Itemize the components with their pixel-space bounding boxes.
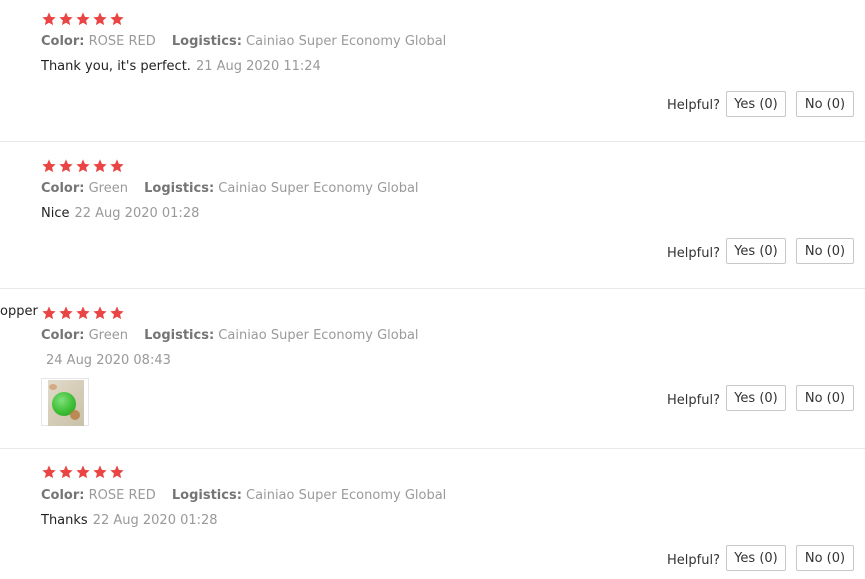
star-icon bbox=[109, 11, 125, 27]
star-rating bbox=[41, 464, 125, 480]
review-content: Nice 22 Aug 2020 01:28 bbox=[41, 206, 199, 221]
color-value: ROSE RED bbox=[88, 488, 156, 503]
star-icon bbox=[41, 305, 57, 321]
logistics-value: Cainiao Super Economy Global bbox=[246, 34, 447, 49]
review-item: opper Color: Green Logistics: Cainiao Su… bbox=[0, 289, 865, 448]
star-icon bbox=[58, 158, 74, 174]
review-date: 21 Aug 2020 11:24 bbox=[195, 59, 321, 74]
star-icon bbox=[92, 158, 108, 174]
star-icon bbox=[41, 11, 57, 27]
review-item: Color: ROSE RED Logistics: Cainiao Super… bbox=[0, 0, 865, 141]
star-icon bbox=[58, 305, 74, 321]
star-icon bbox=[109, 464, 125, 480]
star-icon bbox=[75, 158, 91, 174]
star-icon bbox=[92, 11, 108, 27]
reviewer-name: opper bbox=[0, 304, 38, 319]
color-key: Color: bbox=[41, 488, 85, 503]
star-rating bbox=[41, 305, 125, 321]
star-icon bbox=[92, 464, 108, 480]
helpful-yes-button[interactable]: Yes (0) bbox=[726, 385, 786, 411]
helpful-label: Helpful? bbox=[667, 98, 720, 113]
star-icon bbox=[58, 464, 74, 480]
logistics-key: Logistics: bbox=[171, 34, 242, 49]
logistics-key: Logistics: bbox=[171, 488, 242, 503]
color-value: Green bbox=[88, 181, 128, 196]
helpful-yes-button[interactable]: Yes (0) bbox=[726, 545, 786, 571]
helpful-label: Helpful? bbox=[667, 553, 720, 568]
color-key: Color: bbox=[41, 328, 85, 343]
review-meta: Color: ROSE RED Logistics: Cainiao Super… bbox=[41, 488, 446, 503]
star-icon bbox=[75, 464, 91, 480]
helpful-no-button[interactable]: No (0) bbox=[796, 385, 854, 411]
helpful-no-button[interactable]: No (0) bbox=[796, 91, 854, 117]
helpful-yes-button[interactable]: Yes (0) bbox=[726, 238, 786, 264]
review-text: Thank you, it's perfect. bbox=[41, 59, 191, 74]
color-value: Green bbox=[88, 328, 128, 343]
helpful-label: Helpful? bbox=[667, 393, 720, 408]
star-icon bbox=[41, 158, 57, 174]
star-icon bbox=[75, 11, 91, 27]
review-meta: Color: Green Logistics: Cainiao Super Ec… bbox=[41, 328, 419, 343]
review-meta: Color: ROSE RED Logistics: Cainiao Super… bbox=[41, 34, 446, 49]
star-icon bbox=[58, 11, 74, 27]
review-item: Color: ROSE RED Logistics: Cainiao Super… bbox=[0, 449, 865, 579]
logistics-key: Logistics: bbox=[144, 328, 215, 343]
review-photo-thumbnail[interactable] bbox=[41, 378, 89, 426]
helpful-no-button[interactable]: No (0) bbox=[796, 238, 854, 264]
review-date: 22 Aug 2020 01:28 bbox=[92, 513, 218, 528]
star-icon bbox=[92, 305, 108, 321]
helpful-no-button[interactable]: No (0) bbox=[796, 545, 854, 571]
review-content: 24 Aug 2020 08:43 bbox=[41, 353, 171, 368]
review-content: Thank you, it's perfect. 21 Aug 2020 11:2… bbox=[41, 59, 321, 74]
review-date: 24 Aug 2020 08:43 bbox=[46, 353, 171, 368]
helpful-yes-button[interactable]: Yes (0) bbox=[726, 91, 786, 117]
logistics-value: Cainiao Super Economy Global bbox=[246, 488, 447, 503]
helpful-label: Helpful? bbox=[667, 246, 720, 261]
review-text: Thanks bbox=[41, 513, 88, 528]
logistics-value: Cainiao Super Economy Global bbox=[218, 181, 419, 196]
star-icon bbox=[75, 305, 91, 321]
review-meta: Color: Green Logistics: Cainiao Super Ec… bbox=[41, 181, 419, 196]
star-icon bbox=[41, 464, 57, 480]
star-rating bbox=[41, 158, 125, 174]
star-icon bbox=[109, 305, 125, 321]
logistics-key: Logistics: bbox=[144, 181, 215, 196]
review-date: 22 Aug 2020 01:28 bbox=[74, 206, 200, 221]
review-item: Color: Green Logistics: Cainiao Super Ec… bbox=[0, 142, 865, 288]
star-rating bbox=[41, 11, 125, 27]
color-key: Color: bbox=[41, 34, 85, 49]
review-content: Thanks 22 Aug 2020 01:28 bbox=[41, 513, 218, 528]
color-value: ROSE RED bbox=[88, 34, 156, 49]
color-key: Color: bbox=[41, 181, 85, 196]
review-text: Nice bbox=[41, 206, 70, 221]
star-icon bbox=[109, 158, 125, 174]
logistics-value: Cainiao Super Economy Global bbox=[218, 328, 419, 343]
review-photo bbox=[48, 380, 84, 426]
